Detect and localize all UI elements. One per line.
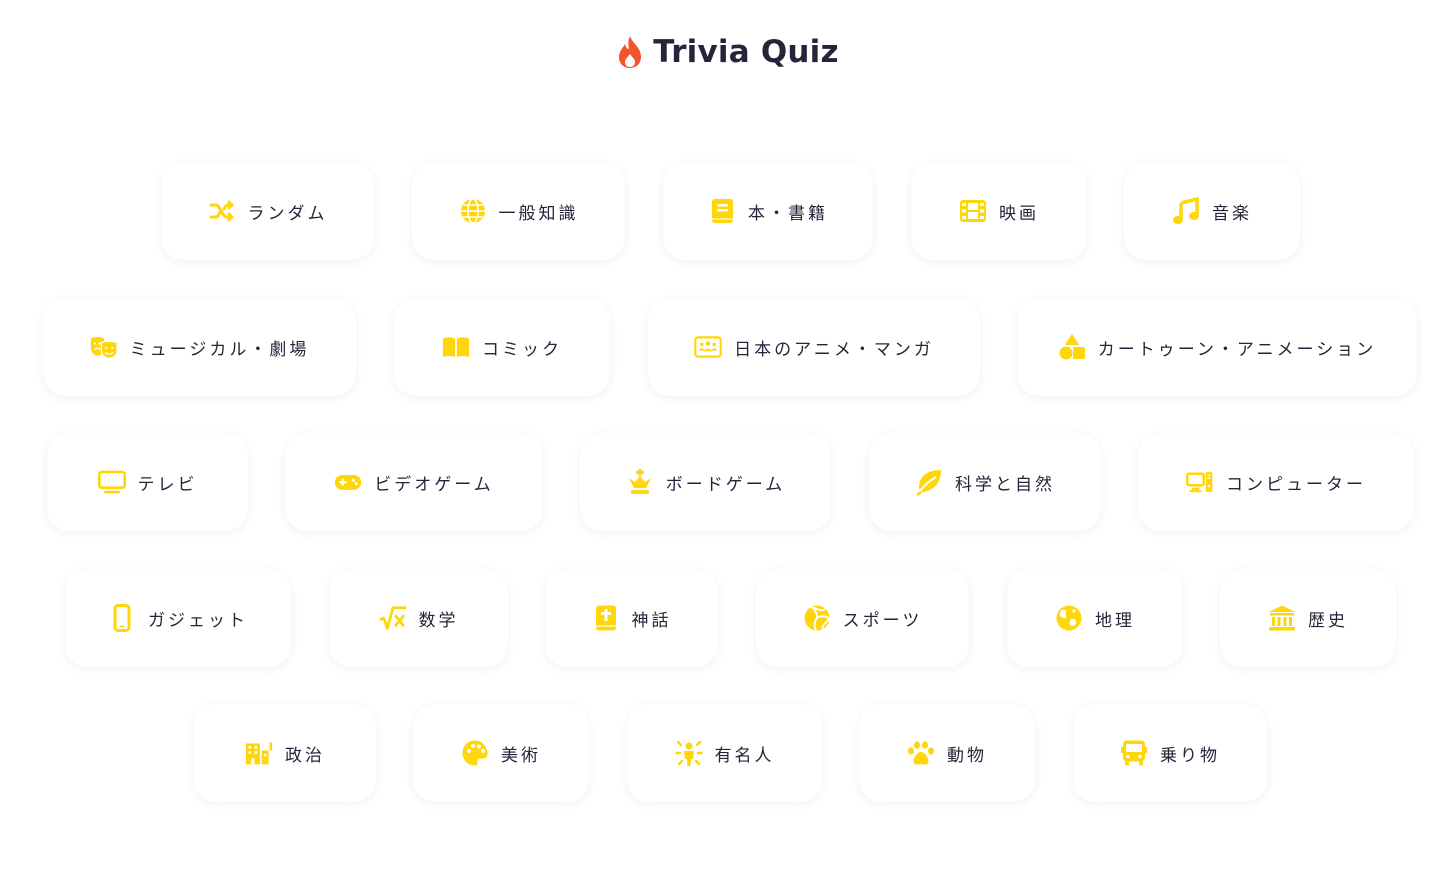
category-card-politics[interactable]: 政治 [194,704,376,802]
theater-masks-icon [90,333,118,361]
category-label: 一般知識 [498,203,579,224]
bus-icon [1120,739,1148,767]
category-label: 動物 [947,745,987,766]
volleyball-icon [803,604,831,632]
category-card-books[interactable]: 本・書籍 [663,162,873,260]
category-label: テレビ [137,474,198,495]
category-card-mythology[interactable]: 神話 [545,569,718,667]
category-card-random[interactable]: ランダム [161,162,374,260]
chess-king-icon [626,468,654,496]
category-label: ミュージカル・劇場 [129,339,310,360]
category-card-computers[interactable]: コンピューター [1138,433,1414,531]
open-book-icon [442,333,470,361]
app-header: Trivia Quiz [0,30,1454,74]
shuffle-icon [208,197,236,225]
bible-icon [592,604,620,632]
category-card-geography[interactable]: 地理 [1007,569,1183,667]
category-label: 政治 [285,745,325,766]
category-card-board-games[interactable]: ボードゲーム [580,433,831,531]
category-card-musicals-theatre[interactable]: ミュージカル・劇場 [43,298,356,396]
category-label: ボードゲーム [665,474,786,495]
category-card-celebrities[interactable]: 有名人 [627,704,822,802]
app-title: Trivia Quiz [653,34,839,70]
category-label: 乗り物 [1160,745,1220,766]
category-card-cartoon-animation[interactable]: カートゥーン・アニメーション [1017,298,1417,396]
category-card-film[interactable]: 映画 [911,162,1087,260]
category-label: 日本のアニメ・マンガ [734,339,934,360]
category-card-television[interactable]: テレビ [47,433,248,531]
category-card-general-knowledge[interactable]: 一般知識 [412,162,625,260]
category-card-history[interactable]: 歴史 [1220,569,1396,667]
film-icon [959,197,987,225]
category-label: コミック [482,339,562,360]
category-label: 有名人 [714,745,775,766]
category-card-anime-manga[interactable]: 日本のアニメ・マンガ [648,298,980,396]
category-card-mathematics[interactable]: 数学 [329,569,508,667]
category-label: 科学と自然 [955,474,1055,495]
category-label: 本・書籍 [748,203,828,224]
category-label: 美術 [501,745,541,766]
category-label: 神話 [631,610,672,631]
paw-icon [907,739,935,767]
category-card-comics[interactable]: コミック [394,298,610,396]
category-card-animals[interactable]: 動物 [859,704,1035,802]
music-note-icon [1172,197,1200,225]
category-label: カートゥーン・アニメーション [1097,339,1377,360]
category-label: 地理 [1095,610,1135,631]
category-label: スポーツ [842,610,923,631]
category-label: ガジェット [148,610,248,631]
category-label: 数学 [418,610,459,631]
category-card-video-games[interactable]: ビデオゲーム [285,433,543,531]
category-card-music[interactable]: 音楽 [1124,162,1300,260]
book-icon [708,197,736,225]
category-card-science-nature[interactable]: 科学と自然 [869,433,1101,531]
category-label: ランダム [247,203,328,224]
leaf-icon [915,468,943,496]
shapes-icon [1058,333,1086,361]
category-card-vehicles[interactable]: 乗り物 [1073,704,1267,802]
category-label: 音楽 [1212,203,1252,224]
earth-icon [1055,604,1083,632]
city-icon [245,739,273,767]
category-card-art[interactable]: 美術 [413,704,589,802]
palette-icon [461,739,489,767]
category-label: ビデオゲーム [374,474,494,495]
category-label: 映画 [999,203,1039,224]
screen-users-icon [694,333,722,361]
celebrity-icon [674,739,703,767]
category-card-gadgets[interactable]: ガジェット [65,569,291,667]
tv-icon [97,468,126,496]
mobile-phone-icon [108,604,136,632]
gamepad-icon [334,468,362,496]
category-card-sports[interactable]: スポーツ [756,569,969,667]
square-root-icon [378,604,407,632]
category-label: コンピューター [1226,474,1366,495]
category-label: 歴史 [1308,610,1348,631]
desktop-computer-icon [1186,468,1214,496]
flame-icon [619,36,642,68]
landmark-icon [1268,604,1296,632]
globe-icon [459,197,487,225]
